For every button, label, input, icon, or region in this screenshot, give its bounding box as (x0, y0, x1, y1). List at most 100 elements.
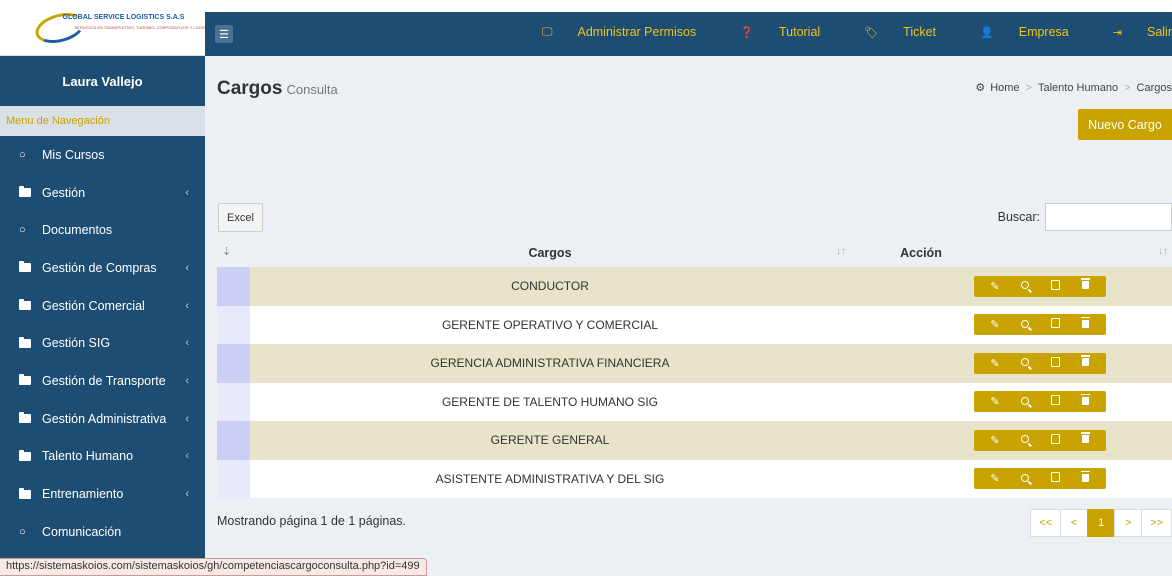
edit-icon[interactable]: ✎ (987, 280, 1003, 293)
document-icon[interactable] (1047, 279, 1063, 293)
sidebar-item[interactable]: Gestión SIG ‹ (0, 324, 205, 362)
sidebar-item-label: Entrenamiento (42, 487, 124, 502)
page-title: Cargos Consulta (217, 78, 338, 99)
sort-icon: ⇣ (222, 246, 232, 258)
trash-icon[interactable] (1077, 432, 1093, 446)
index-column-header[interactable]: ⇣ (217, 239, 250, 267)
sidebar-item[interactable]: ○ Documentos (0, 211, 205, 249)
folder-icon (19, 487, 31, 499)
chevron-left-icon: ‹ (185, 299, 189, 312)
pagination-info: Mostrando página 1 de 1 páginas. (217, 514, 407, 528)
edit-icon[interactable]: ✎ (987, 395, 1003, 408)
table-row: GERENCIA ADMINISTRATIVA FINANCIERA ✎ (217, 344, 1172, 383)
edit-icon[interactable]: ✎ (987, 434, 1003, 447)
sidebar: GLOBAL SERVICE LOGISTICS S.A.S SERVICIOS… (0, 0, 218, 576)
table-body: CONDUCTOR ✎ GERENTE OPERATIVO Y COMERCIAL ✎… (217, 267, 1172, 498)
search-icon[interactable] (1017, 319, 1033, 331)
sidebar-item-label: Gestión (42, 185, 86, 200)
table-row: ASISTENTE ADMINISTRATIVA Y DEL SIG ✎ (217, 459, 1172, 498)
sidebar-item-label: Gestión Comercial (42, 298, 145, 313)
circle-icon: ○ (19, 224, 26, 237)
search-label: Buscar: (997, 210, 1040, 224)
row-actions: ✎ (974, 429, 1106, 451)
sidebar-item[interactable]: ○ Comunicación (0, 513, 205, 551)
document-icon[interactable] (1047, 356, 1063, 370)
action-cell: ✎ (850, 267, 1172, 306)
trash-icon[interactable] (1077, 470, 1093, 485)
sign-out-icon: ⇥ (1112, 26, 1122, 39)
nav-administrar-permisos[interactable]: 🖵 Administrar Permisos (520, 25, 696, 39)
row-actions: ✎ (974, 352, 1106, 374)
chevron-left-icon: ‹ (185, 261, 189, 274)
chevron-left-icon: ‹ (185, 186, 189, 199)
document-icon[interactable] (1047, 318, 1063, 331)
row-marker (217, 305, 250, 344)
page-prev-button[interactable]: < (1060, 509, 1089, 537)
nav-list: ○ Mis Cursos Gestión ‹ ○ Documentos Gestión de… (0, 136, 205, 551)
row-actions: ✎ (974, 314, 1106, 336)
edit-icon[interactable]: ✎ (987, 357, 1003, 370)
breadcrumb-section[interactable]: Talento Humano (1038, 82, 1118, 94)
menu-toggle-icon[interactable]: ☰ (215, 25, 233, 43)
sidebar-item[interactable]: ○ Mis Cursos (0, 136, 205, 174)
circle-icon: ○ (19, 148, 26, 161)
sidebar-item[interactable]: Gestión de Compras ‹ (0, 249, 205, 287)
folder-icon (19, 374, 31, 386)
search-icon[interactable] (1017, 396, 1033, 408)
search-icon[interactable] (1017, 434, 1033, 446)
nav-ticket[interactable]: 🏷 Ticket (842, 25, 936, 39)
page-first-button[interactable]: << (1030, 509, 1062, 537)
edit-icon[interactable]: ✎ (987, 472, 1003, 485)
nav-salir[interactable]: ⇥ Salir (1091, 25, 1172, 39)
sidebar-item[interactable]: Gestión Comercial ‹ (0, 287, 205, 325)
sidebar-item[interactable]: Talento Humano ‹ (0, 438, 205, 476)
chevron-left-icon: ‹ (185, 337, 189, 350)
row-marker (217, 344, 250, 383)
search-icon[interactable] (1017, 280, 1033, 292)
document-icon[interactable] (1047, 433, 1063, 447)
column-header-cargos[interactable]: Cargos ↓↑ (250, 239, 850, 267)
breadcrumb: ⚙ Home > Talento Humano > Cargos (975, 81, 1172, 95)
chevron-left-icon: ‹ (185, 374, 189, 387)
nav-tutorial[interactable]: ❓ Tutorial (718, 25, 820, 39)
page-next-button[interactable]: > (1114, 509, 1143, 537)
monitor-icon: 🖵 (541, 25, 553, 38)
cargo-cell: GERENCIA ADMINISTRATIVA FINANCIERA (250, 344, 850, 383)
row-actions: ✎ (974, 468, 1106, 490)
status-bar-url: https://sistemaskoios.com/sistemaskoios/… (0, 558, 427, 576)
trash-icon[interactable] (1077, 393, 1093, 408)
cargos-table: ⇣ Cargos ↓↑ Acción ↓↑ CONDUCTOR ✎ GERENTE … (217, 239, 1172, 498)
breadcrumb-home[interactable]: Home (990, 82, 1019, 94)
row-actions: ✎ (974, 391, 1106, 413)
table-header-row: ⇣ Cargos ↓↑ Acción ↓↑ (217, 239, 1172, 267)
sidebar-item-label: Documentos (42, 223, 113, 238)
folder-icon (19, 299, 31, 311)
sidebar-item[interactable]: Gestión Administrativa ‹ (0, 400, 205, 438)
row-marker (217, 267, 250, 306)
trash-icon[interactable] (1077, 355, 1093, 369)
document-icon[interactable] (1047, 395, 1063, 408)
page-current-button[interactable]: 1 (1087, 509, 1116, 537)
folder-icon (19, 186, 31, 198)
column-header-accion[interactable]: Acción ↓↑ (850, 239, 1172, 267)
nav-empresa[interactable]: 👤 Empresa (958, 25, 1069, 39)
main-content: Cargos Consulta ⚙ Home > Talento Humano >… (205, 56, 1172, 576)
excel-export-button[interactable]: Excel (218, 203, 263, 232)
top-nav-links: 🖵 Administrar Permisos ❓ Tutorial 🏷 Ticket … (498, 25, 1172, 39)
company-logo[interactable]: GLOBAL SERVICE LOGISTICS S.A.S SERVICIOS… (31, 7, 218, 48)
table-row: CONDUCTOR ✎ (217, 267, 1172, 306)
search-input[interactable] (1045, 203, 1172, 231)
sidebar-item[interactable]: Gestión ‹ (0, 174, 205, 212)
search-icon[interactable] (1017, 357, 1033, 369)
home-icon: ⚙ (975, 82, 986, 94)
edit-icon[interactable]: ✎ (987, 318, 1003, 331)
page-last-button[interactable]: >> (1141, 509, 1172, 537)
search-icon[interactable] (1017, 473, 1033, 485)
sidebar-item[interactable]: Gestión de Transporte ‹ (0, 362, 205, 400)
sidebar-item[interactable]: Entrenamiento ‹ (0, 475, 205, 513)
trash-icon[interactable] (1077, 316, 1093, 331)
trash-icon[interactable] (1077, 278, 1093, 292)
new-cargo-button[interactable]: Nuevo Cargo (1078, 109, 1172, 140)
row-marker (217, 459, 250, 498)
document-icon[interactable] (1047, 472, 1063, 485)
